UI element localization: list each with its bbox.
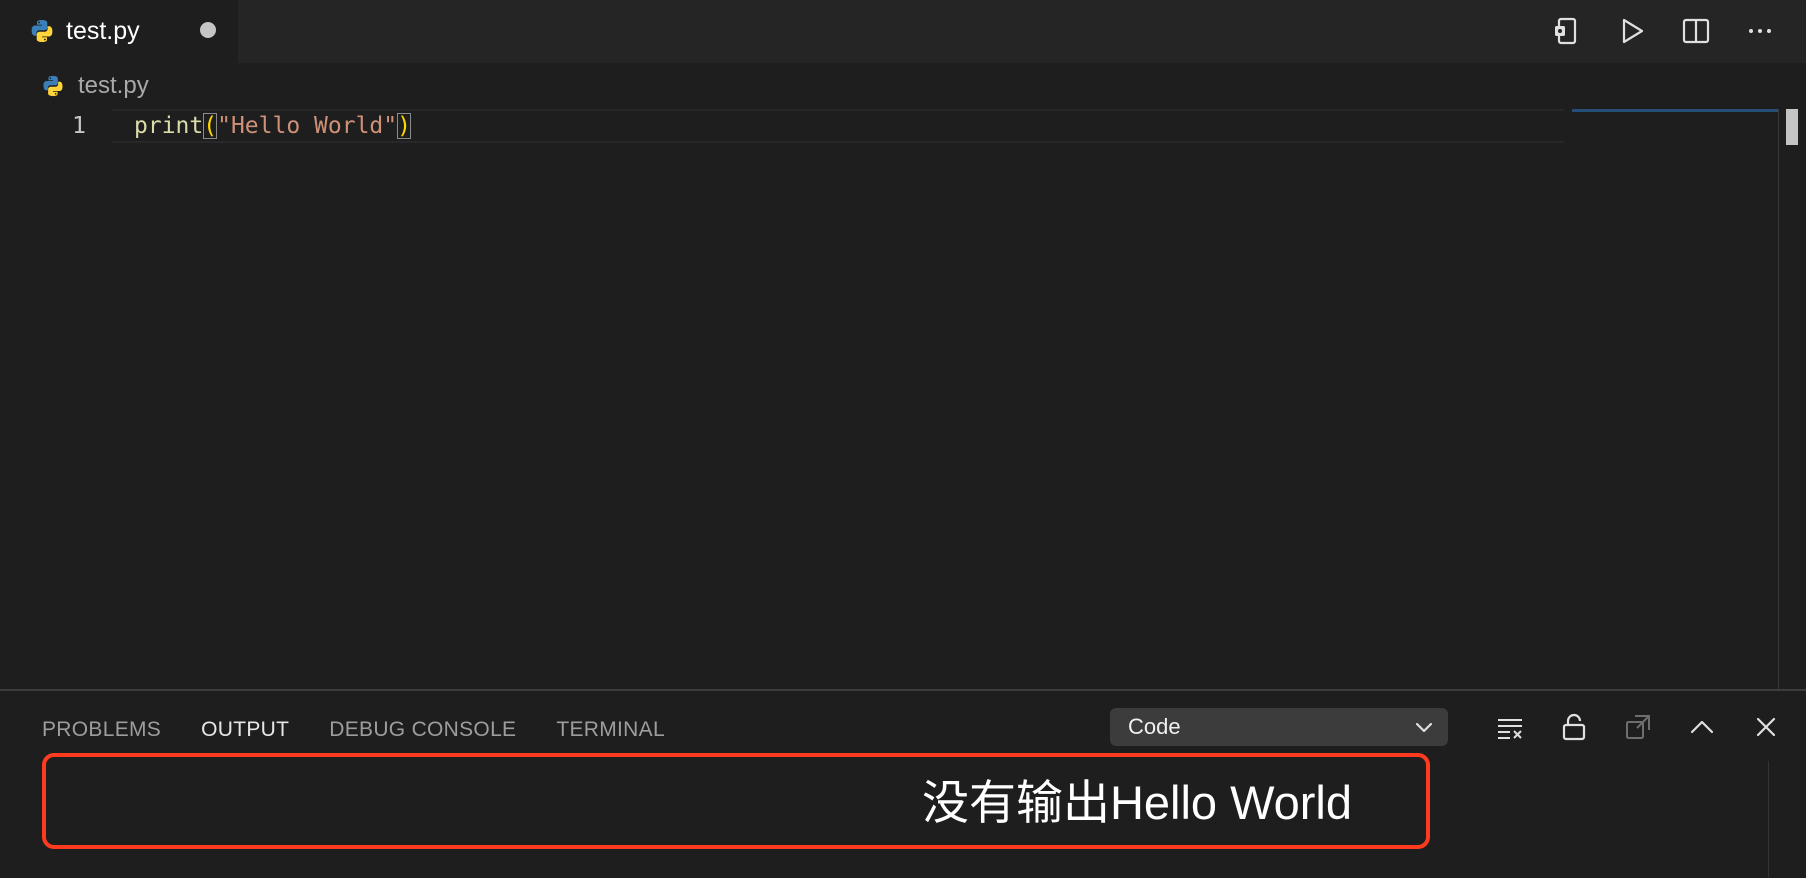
tab-label: test.py [66,17,140,45]
vscode-window: test.py test.py 1 print("Hello World") P… [0,0,1806,878]
chevron-up-icon [1690,720,1714,734]
split-editor-icon [1682,18,1710,44]
breadcrumb: test.py [0,63,1806,109]
token-string: "Hello World" [217,113,398,139]
tab-output[interactable]: OUTPUT [201,715,289,745]
editor-scrollbar-thumb[interactable] [1786,109,1798,145]
unlock-icon [1562,713,1586,741]
editor-actions [1546,10,1782,52]
code-line[interactable]: print("Hello World") [134,111,411,141]
tab-debug-console[interactable]: DEBUG CONSOLE [329,715,516,745]
lock-scroll-button[interactable] [1552,707,1596,747]
annotation-box: 没有输出Hello World [42,753,1430,849]
panel-tabs: PROBLEMS OUTPUT DEBUG CONSOLE TERMINAL [42,715,665,745]
open-changes-icon [1555,17,1577,45]
clear-output-button[interactable] [1488,707,1532,747]
tab-terminal[interactable]: TERMINAL [556,715,665,745]
output-channel-select[interactable]: Code [1110,708,1448,746]
python-icon [43,75,63,97]
token-function: print [134,113,204,139]
open-in-editor-icon [1626,715,1650,739]
minimap[interactable] [1572,109,1778,112]
maximize-panel-button[interactable] [1680,707,1724,747]
code-editor[interactable]: 1 print("Hello World") [0,109,1806,689]
annotation-text: 没有输出Hello World [921,776,1352,829]
tab-problems[interactable]: PROBLEMS [42,715,161,745]
overview-ruler [1778,109,1779,689]
run-button[interactable] [1610,10,1654,52]
open-changes-button[interactable] [1546,10,1590,52]
panel-actions [1488,707,1788,747]
run-icon [1622,18,1644,44]
clear-output-icon [1498,719,1522,739]
line-number: 1 [72,113,86,139]
breadcrumb-file[interactable]: test.py [78,71,149,101]
chevron-down-icon [1415,722,1433,733]
more-actions-icon [1749,29,1771,33]
open-output-in-editor-button[interactable] [1616,707,1660,747]
token-open-paren: ( [203,113,218,139]
token-close-paren: ) [397,113,411,139]
editor-tab-bar: test.py [0,0,1806,63]
tab-test-py[interactable]: test.py [0,0,238,63]
output-channel-value: Code [1128,714,1181,739]
more-actions-button[interactable] [1738,10,1782,52]
python-icon [31,20,53,42]
output-scrollbar[interactable] [1768,761,1806,878]
close-icon [1756,717,1776,737]
unsaved-dot-icon[interactable] [200,22,216,38]
close-panel-button[interactable] [1744,707,1788,747]
split-editor-button[interactable] [1674,10,1718,52]
